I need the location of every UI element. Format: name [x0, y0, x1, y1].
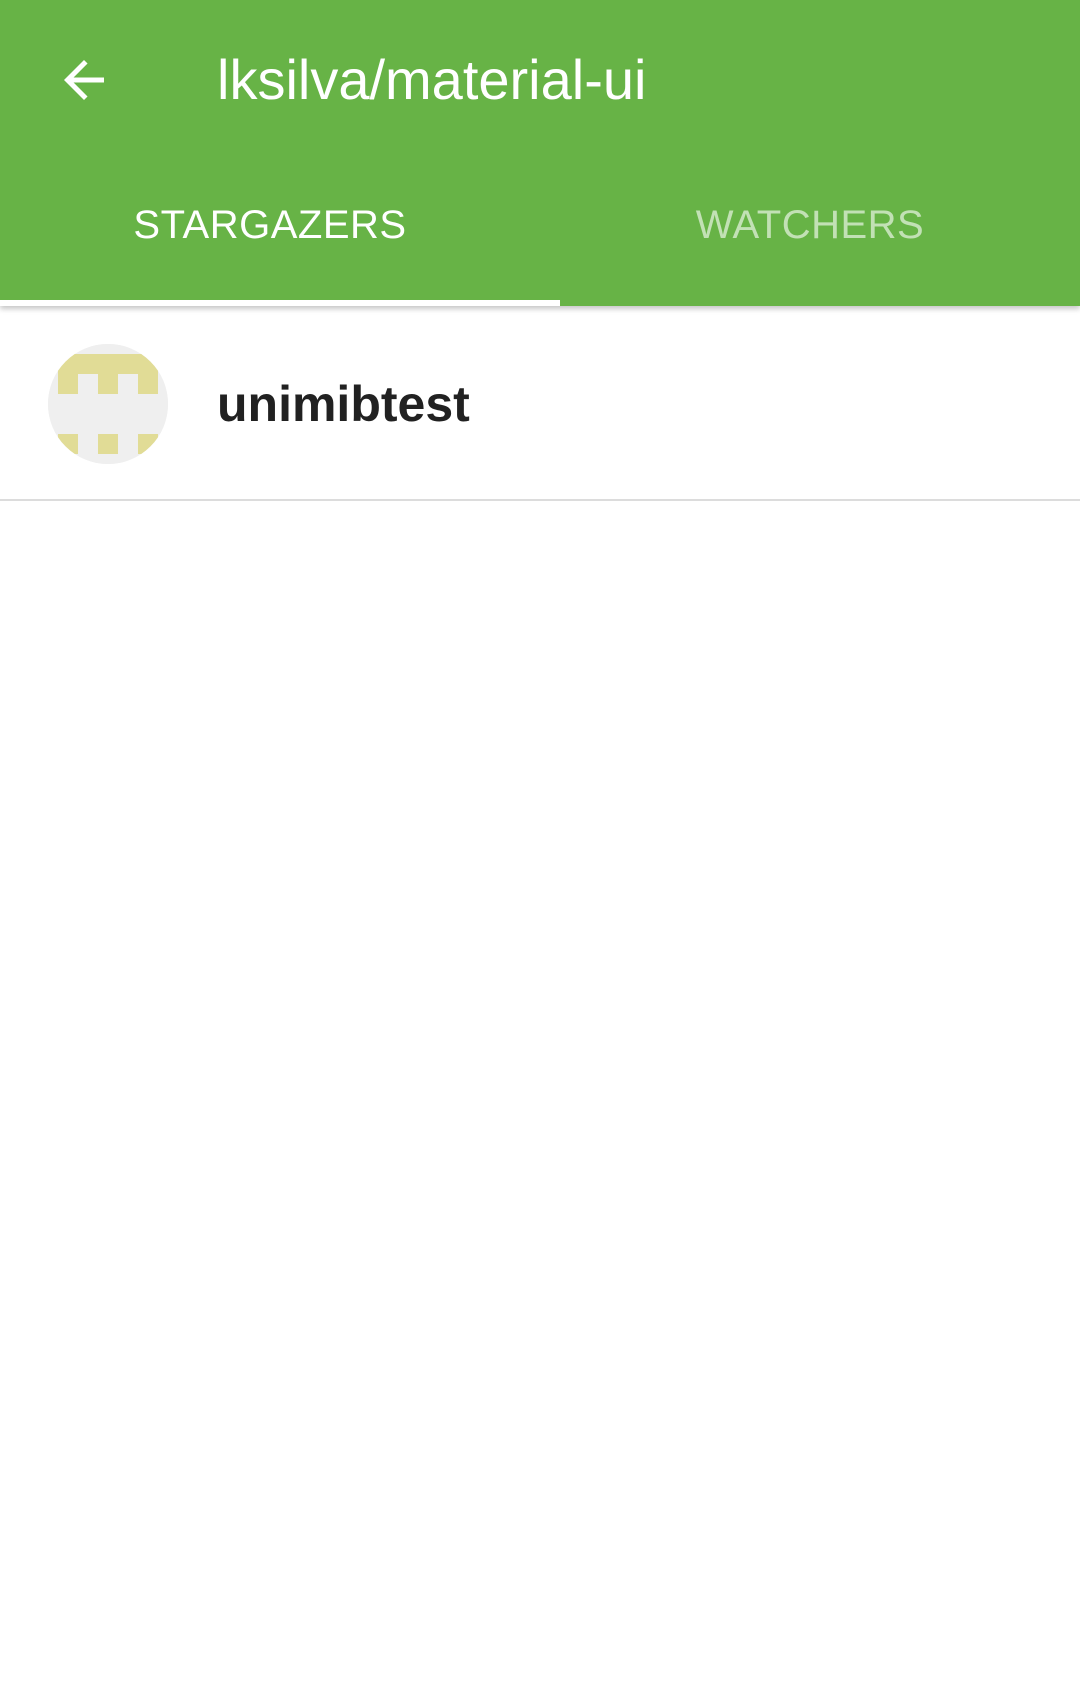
arrow-back-icon [64, 60, 104, 100]
username: unimibtest [217, 376, 470, 432]
page-title: lksilva/material-ui [217, 48, 647, 111]
list-item[interactable]: unimibtest [0, 306, 1080, 501]
toolbar: lksilva/material-ui [0, 0, 1080, 160]
tab-stargazers[interactable]: STARGAZERS [0, 166, 540, 306]
avatar [48, 344, 168, 464]
tab-indicator [0, 300, 560, 306]
stargazers-list: unimibtest [0, 306, 1080, 501]
back-button[interactable] [44, 40, 124, 120]
app-bar: lksilva/material-ui STARGAZERS WATCHERS [0, 0, 1080, 306]
tab-bar: STARGAZERS WATCHERS [0, 166, 1080, 306]
tab-watchers[interactable]: WATCHERS [540, 166, 1080, 306]
identicon-avatar-icon [48, 344, 168, 464]
